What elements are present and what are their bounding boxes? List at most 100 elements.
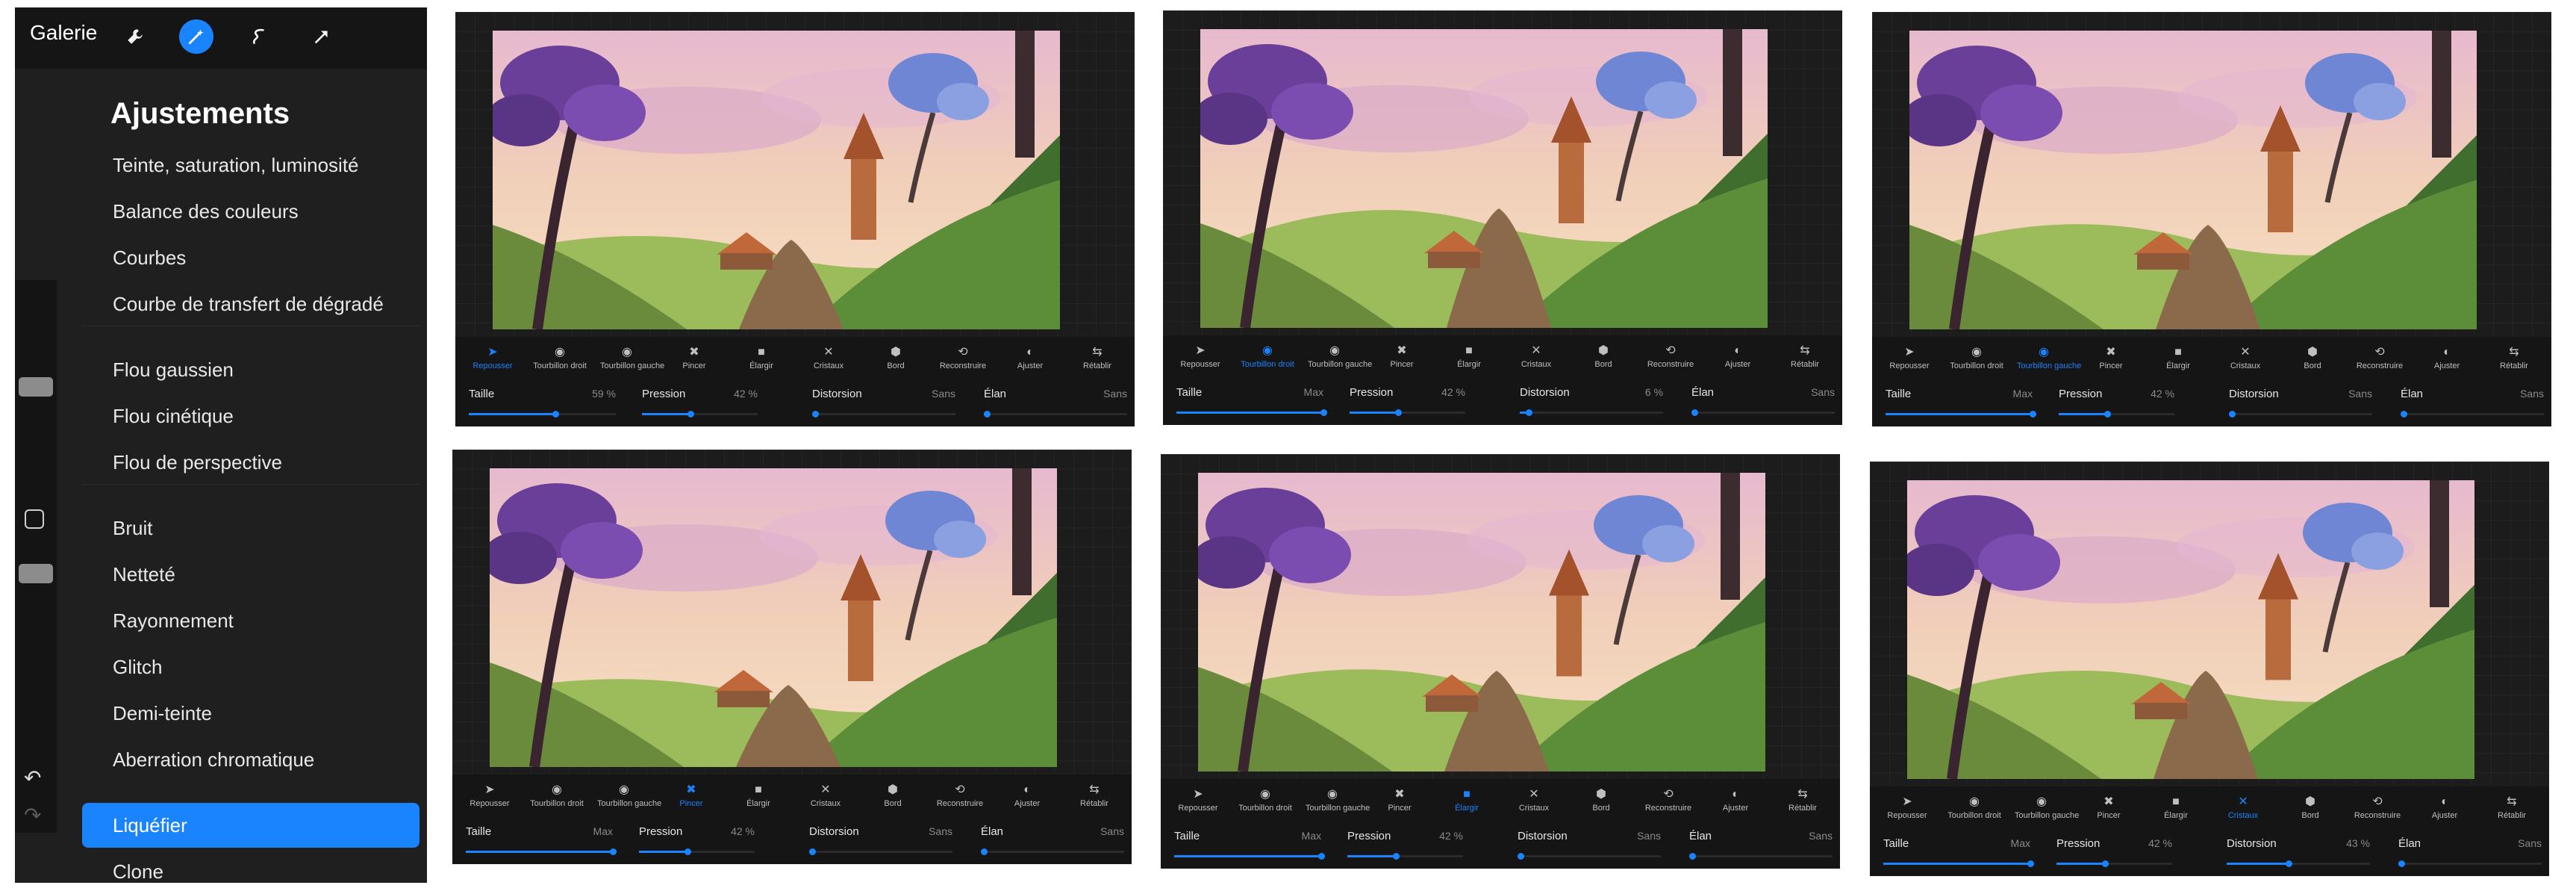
slider-knob[interactable] [684, 848, 692, 855]
slider-track[interactable] [1518, 853, 1661, 860]
tool-twirl-left[interactable]: ◉ Tourbillon gauche [600, 344, 664, 382]
tool-twirl-left[interactable]: ◉ Tourbillon gauche [1308, 343, 1372, 380]
slider-knob[interactable] [610, 848, 617, 855]
tool-edge[interactable]: ⬢ Bord [2283, 794, 2337, 831]
tool-pinch[interactable]: ✖ Pincer [667, 344, 721, 382]
menu-item-chromatic-aberration[interactable]: Aberration chromatique [82, 737, 420, 782]
param-slider[interactable]: Distorsion Sans [1518, 830, 1661, 866]
tool-expand[interactable]: ■ Élargir [1442, 343, 1496, 380]
tool-expand[interactable]: ■ Élargir [732, 782, 785, 819]
slider-track[interactable] [2059, 411, 2174, 417]
slider-track[interactable] [1347, 853, 1463, 860]
menu-item-clone[interactable]: Clone [82, 849, 420, 894]
param-slider[interactable]: Élan Sans [2401, 388, 2544, 423]
brush-size-slider[interactable] [19, 377, 53, 397]
tool-twirl-left[interactable]: ◉ Tourbillon gauche [1306, 786, 1370, 824]
tool-twirl-right[interactable]: ◉ Tourbillon droit [530, 782, 584, 819]
tool-adjust[interactable]: ◐ Ajuster [1709, 786, 1762, 824]
slider-knob[interactable] [1525, 409, 1532, 416]
slider-knob[interactable] [1318, 853, 1325, 860]
canvas-artwork[interactable] [1909, 31, 2477, 329]
slider-track[interactable] [469, 411, 616, 417]
tool-crystals[interactable]: ✕ Cristaux [2218, 344, 2272, 382]
slider-knob[interactable] [809, 848, 816, 855]
tool-crystals[interactable]: ✕ Cristaux [1509, 343, 1563, 380]
slider-track[interactable] [642, 411, 758, 417]
param-slider[interactable]: Taille Max [1886, 388, 2036, 423]
tool-edge[interactable]: ⬢ Bord [866, 782, 920, 819]
slider-track[interactable] [1689, 853, 1833, 860]
tool-twirl-left[interactable]: ◉ Tourbillon gauche [2017, 344, 2081, 382]
param-slider[interactable]: Élan Sans [2398, 837, 2542, 873]
slider-track[interactable] [984, 411, 1127, 417]
slider-track[interactable] [1883, 860, 2034, 867]
menu-item-halftone[interactable]: Demi-teinte [82, 691, 420, 736]
param-slider[interactable]: Taille Max [1174, 830, 1325, 866]
tool-crystals[interactable]: ✕ Cristaux [799, 782, 852, 819]
tool-push[interactable]: ➤ Repousser [466, 344, 520, 382]
tool-twirl-left[interactable]: ◉ Tourbillon gauche [2015, 794, 2079, 831]
slider-track[interactable] [2401, 411, 2544, 417]
menu-item-liquify[interactable]: Liquéfier [82, 803, 420, 848]
tool-reset[interactable]: ⇆ Rétablir [1067, 782, 1121, 819]
slider-track[interactable] [2229, 411, 2372, 417]
tool-push[interactable]: ➤ Repousser [1880, 794, 1934, 831]
param-slider[interactable]: Pression 42 % [642, 388, 758, 423]
param-slider[interactable]: Taille Max [1883, 837, 2034, 873]
menu-item-perspective-blur[interactable]: Flou de perspective [82, 440, 420, 485]
slider-knob[interactable] [552, 411, 560, 417]
tool-expand[interactable]: ■ Élargir [2149, 794, 2203, 831]
tool-edge[interactable]: ⬢ Bord [2286, 344, 2339, 382]
param-slider[interactable]: Élan Sans [981, 825, 1124, 861]
slider-track[interactable] [1886, 411, 2036, 417]
slider-track[interactable] [1350, 409, 1465, 416]
menu-item-curves[interactable]: Courbes [82, 235, 420, 280]
magic-wand-icon[interactable] [179, 19, 213, 54]
tool-reconstruct[interactable]: ⟲ Reconstruire [1644, 343, 1697, 380]
gallery-button[interactable]: Galerie [30, 21, 97, 45]
opacity-slider[interactable] [19, 564, 53, 583]
canvas-artwork[interactable] [1907, 480, 2474, 779]
tool-reset[interactable]: ⇆ Rétablir [1776, 786, 1830, 824]
modify-button[interactable] [25, 509, 44, 529]
slider-track[interactable] [1520, 409, 1663, 416]
menu-item-glitch[interactable]: Glitch [82, 645, 420, 689]
slider-knob[interactable] [1691, 409, 1698, 416]
slider-knob[interactable] [812, 411, 819, 417]
slider-knob[interactable] [1689, 853, 1696, 860]
wrench-icon[interactable] [118, 19, 152, 54]
slider-track[interactable] [466, 848, 617, 855]
tool-adjust[interactable]: ◐ Ajuster [1003, 344, 1057, 382]
canvas-artwork[interactable] [1198, 473, 1765, 772]
param-slider[interactable]: Taille 59 % [469, 388, 616, 423]
tool-expand[interactable]: ■ Élargir [735, 344, 788, 382]
slider-knob[interactable] [1393, 853, 1400, 860]
param-slider[interactable]: Distorsion Sans [809, 825, 952, 861]
slider-track[interactable] [1174, 853, 1325, 860]
tool-edge[interactable]: ⬢ Bord [1577, 343, 1630, 380]
slider-track[interactable] [2398, 860, 2542, 867]
slider-knob[interactable] [2102, 860, 2109, 867]
canvas-artwork[interactable] [493, 31, 1060, 329]
tool-crystals[interactable]: ✕ Cristaux [1507, 786, 1561, 824]
tool-edge[interactable]: ⬢ Bord [869, 344, 923, 382]
param-slider[interactable]: Pression 42 % [2059, 388, 2174, 423]
param-slider[interactable]: Taille Max [1176, 386, 1327, 422]
menu-item-sharpen[interactable]: Netteté [82, 552, 420, 597]
menu-item-gaussian-blur[interactable]: Flou gaussien [82, 347, 420, 392]
tool-reset[interactable]: ⇆ Rétablir [2487, 344, 2541, 382]
menu-item-motion-blur[interactable]: Flou cinétique [82, 394, 420, 438]
redo-icon[interactable]: ↷ [24, 803, 41, 828]
param-slider[interactable]: Pression 42 % [2056, 837, 2172, 873]
slider-track[interactable] [809, 848, 952, 855]
tool-crystals[interactable]: ✕ Cristaux [802, 344, 855, 382]
slider-knob[interactable] [1395, 409, 1403, 416]
transform-arrow-icon[interactable] [305, 19, 339, 54]
tool-adjust[interactable]: ◐ Ajuster [2418, 794, 2471, 831]
param-slider[interactable]: Pression 42 % [1347, 830, 1463, 866]
menu-item-color-balance[interactable]: Balance des couleurs [82, 189, 420, 234]
tool-twirl-right[interactable]: ◉ Tourbillon droit [1238, 786, 1292, 824]
tool-twirl-right[interactable]: ◉ Tourbillon droit [1950, 344, 2003, 382]
param-slider[interactable]: Élan Sans [984, 388, 1127, 423]
menu-item-noise[interactable]: Bruit [82, 506, 420, 550]
